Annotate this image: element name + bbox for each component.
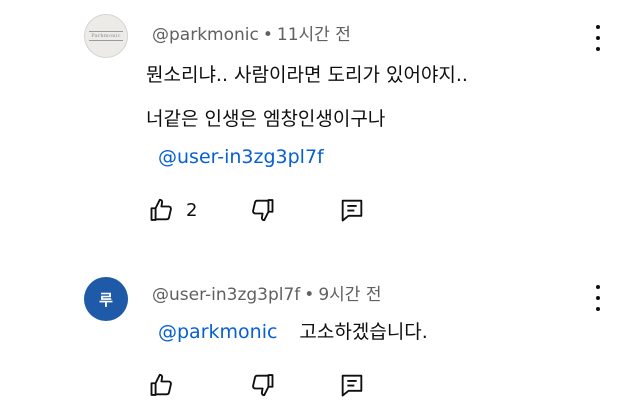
avatar[interactable]: Parkmonic bbox=[84, 14, 128, 58]
reply-icon bbox=[341, 374, 363, 397]
thumbs-up-icon bbox=[150, 373, 172, 396]
comment-meta: @parkmonic • 11시간 전 bbox=[152, 20, 351, 45]
more-vertical-icon[interactable] bbox=[589, 25, 607, 51]
thumbs-up-icon bbox=[150, 198, 172, 221]
comment-author[interactable]: @parkmonic bbox=[152, 25, 259, 45]
comment-text-line: 너같은 인생은 엠창인생이구나 bbox=[146, 108, 386, 130]
like-count: 2 bbox=[186, 199, 198, 221]
comment-time[interactable]: 9시간 전 bbox=[318, 285, 381, 305]
comment: Parkmonic @parkmonic • 11시간 전 뭔소리냐.. 사람이라면… bbox=[0, 0, 640, 250]
dislike-button[interactable] bbox=[248, 371, 276, 399]
avatar-initial: 루 bbox=[99, 290, 113, 309]
reply-button[interactable] bbox=[338, 196, 366, 224]
thumbs-down-icon bbox=[252, 374, 274, 397]
comment-time[interactable]: 11시간 전 bbox=[277, 25, 351, 45]
comment-text-line: 뭔소리냐.. 사람이라면 도리가 있어야지.. bbox=[146, 64, 468, 86]
comment-text-line: @parkmonic 고소하겠습니다. bbox=[158, 317, 428, 344]
mention-link[interactable]: @user-in3zg3pl7f bbox=[158, 146, 324, 168]
comment-author[interactable]: @user-in3zg3pl7f bbox=[152, 285, 300, 305]
meta-separator: • bbox=[262, 25, 273, 45]
avatar-logo-text: Parkmonic bbox=[89, 31, 123, 41]
avatar[interactable]: 루 bbox=[84, 277, 128, 321]
reply-button[interactable] bbox=[338, 371, 366, 399]
comment-text: 고소하겠습니다. bbox=[299, 321, 428, 343]
like-button[interactable] bbox=[148, 371, 176, 399]
meta-separator: • bbox=[304, 285, 315, 305]
more-vertical-icon[interactable] bbox=[589, 285, 607, 311]
comment: 루 @user-in3zg3pl7f • 9시간 전 @parkmonic 고소하겠습… bbox=[0, 262, 640, 416]
like-button[interactable]: 2 bbox=[148, 196, 197, 224]
comment-meta: @user-in3zg3pl7f • 9시간 전 bbox=[152, 280, 381, 305]
thumbs-down-icon bbox=[252, 199, 274, 222]
mention-link[interactable]: @parkmonic bbox=[158, 321, 277, 343]
dislike-button[interactable] bbox=[248, 196, 276, 224]
reply-icon bbox=[341, 199, 363, 222]
